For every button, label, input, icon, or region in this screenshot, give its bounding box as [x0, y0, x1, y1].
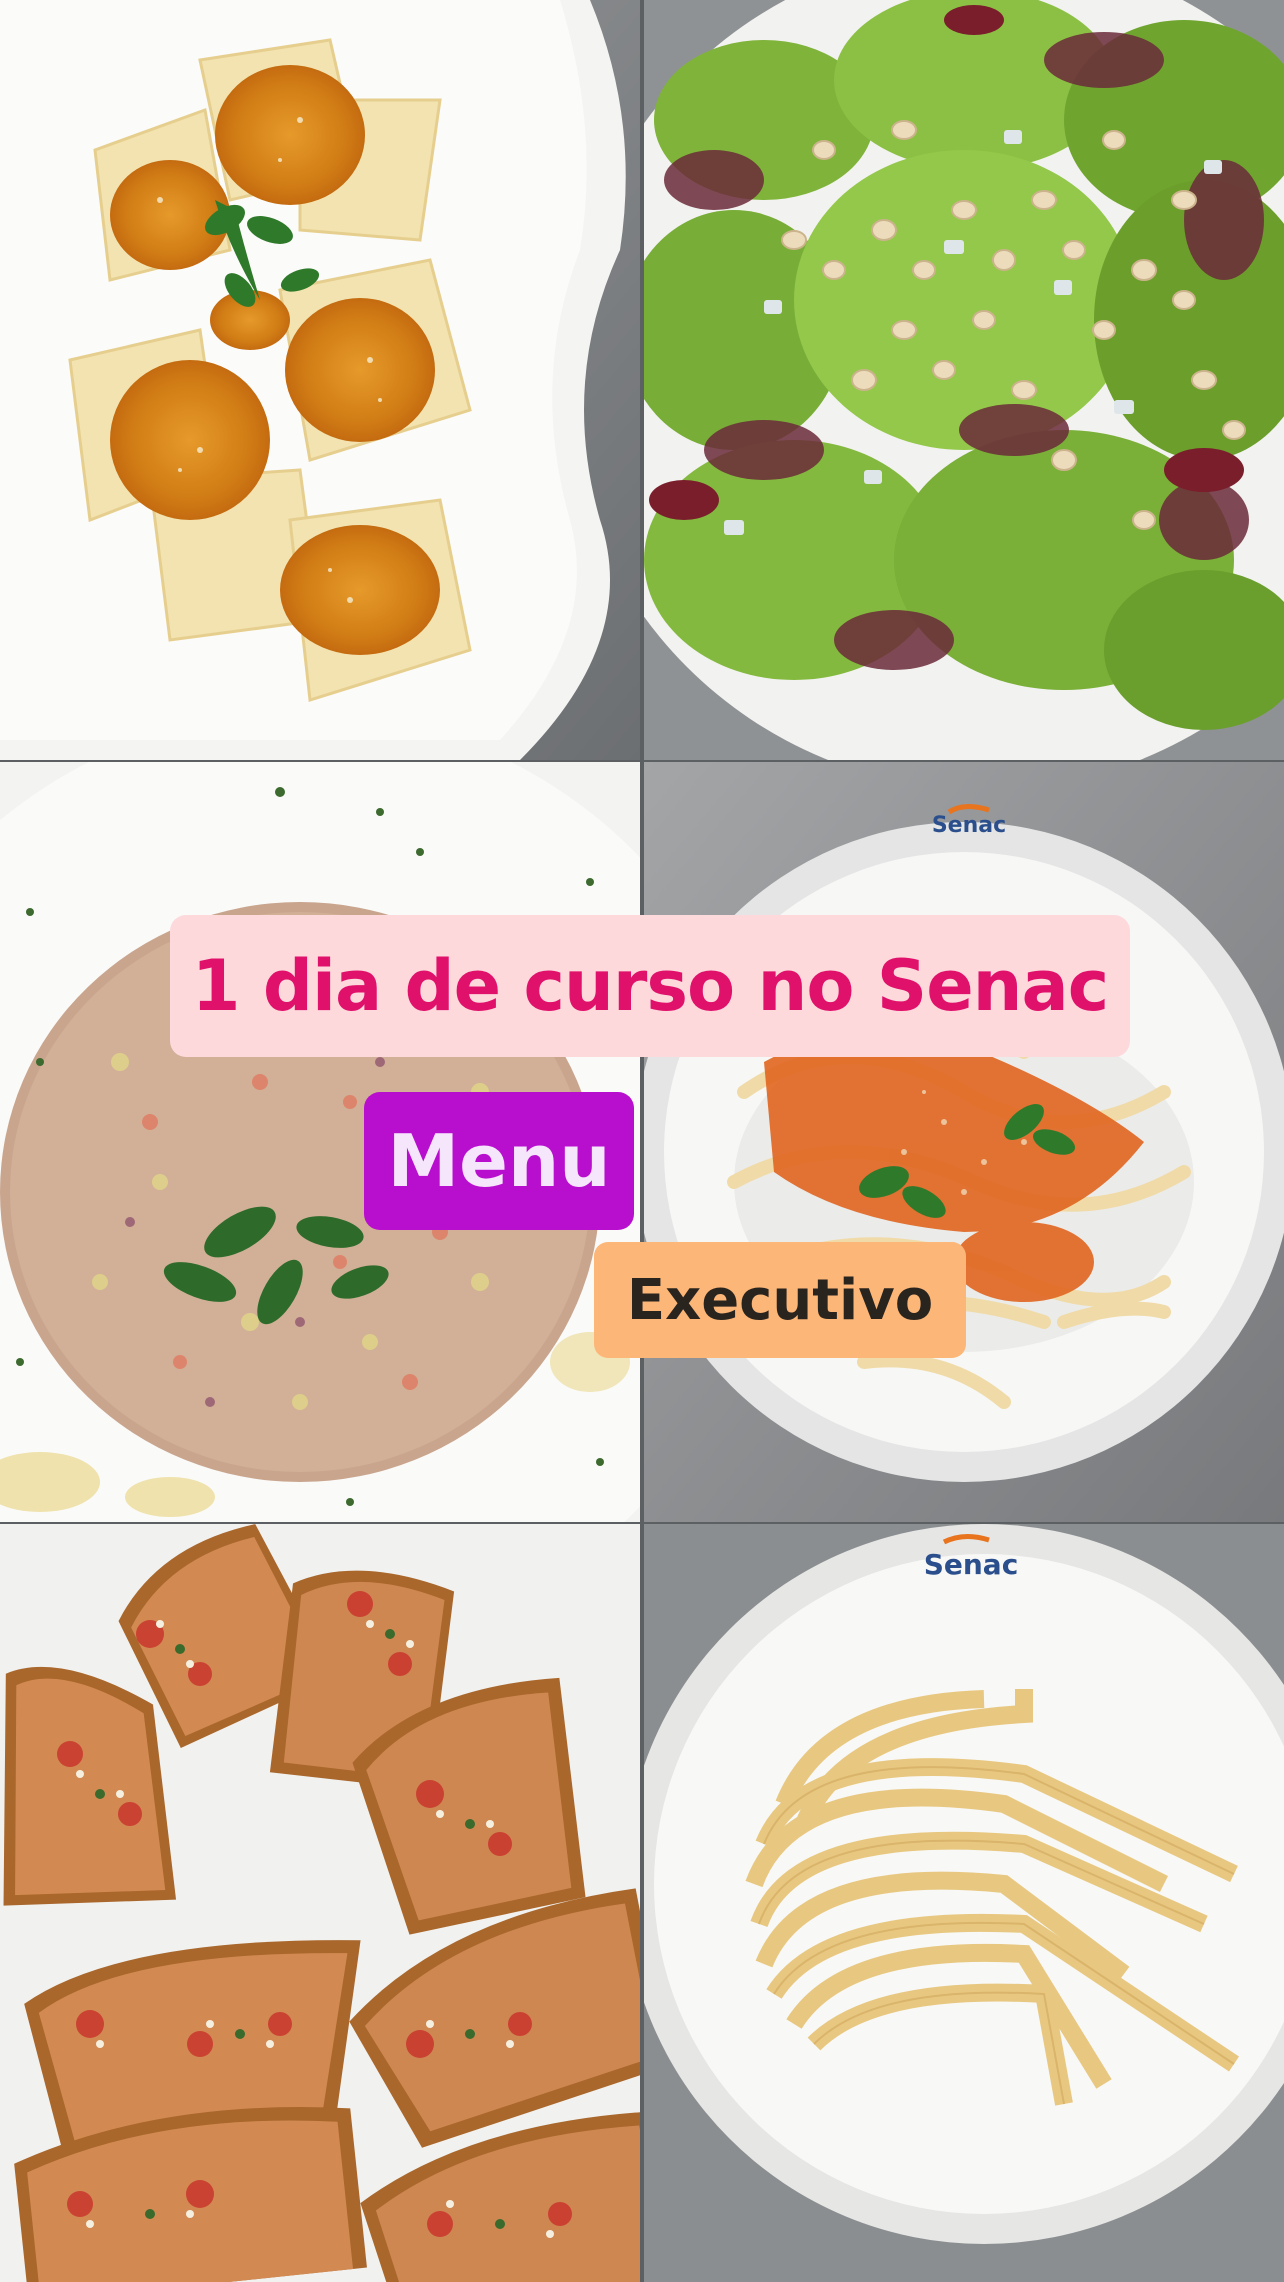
svg-text:Senac: Senac	[932, 813, 1006, 838]
photo-ravioli	[0, 0, 640, 760]
photo-salad	[644, 0, 1284, 760]
executivo-tag: Executivo	[594, 1242, 966, 1358]
photo-collage: Senac Senac	[0, 0, 1284, 2282]
collage-divider-horizontal-bottom	[0, 1522, 1284, 1524]
title-tag: 1 dia de curso no Senac	[170, 915, 1130, 1057]
photo-fresh-pasta: Senac	[644, 1524, 1284, 2282]
svg-text:Senac: Senac	[924, 1548, 1019, 1581]
photo-fettuccine-sauce: Senac	[644, 762, 1284, 1522]
collage-divider-horizontal-top	[0, 760, 1284, 762]
collage-divider-vertical	[640, 0, 644, 2282]
photo-bruschetta	[0, 1524, 640, 2282]
menu-tag: Menu	[364, 1092, 634, 1230]
